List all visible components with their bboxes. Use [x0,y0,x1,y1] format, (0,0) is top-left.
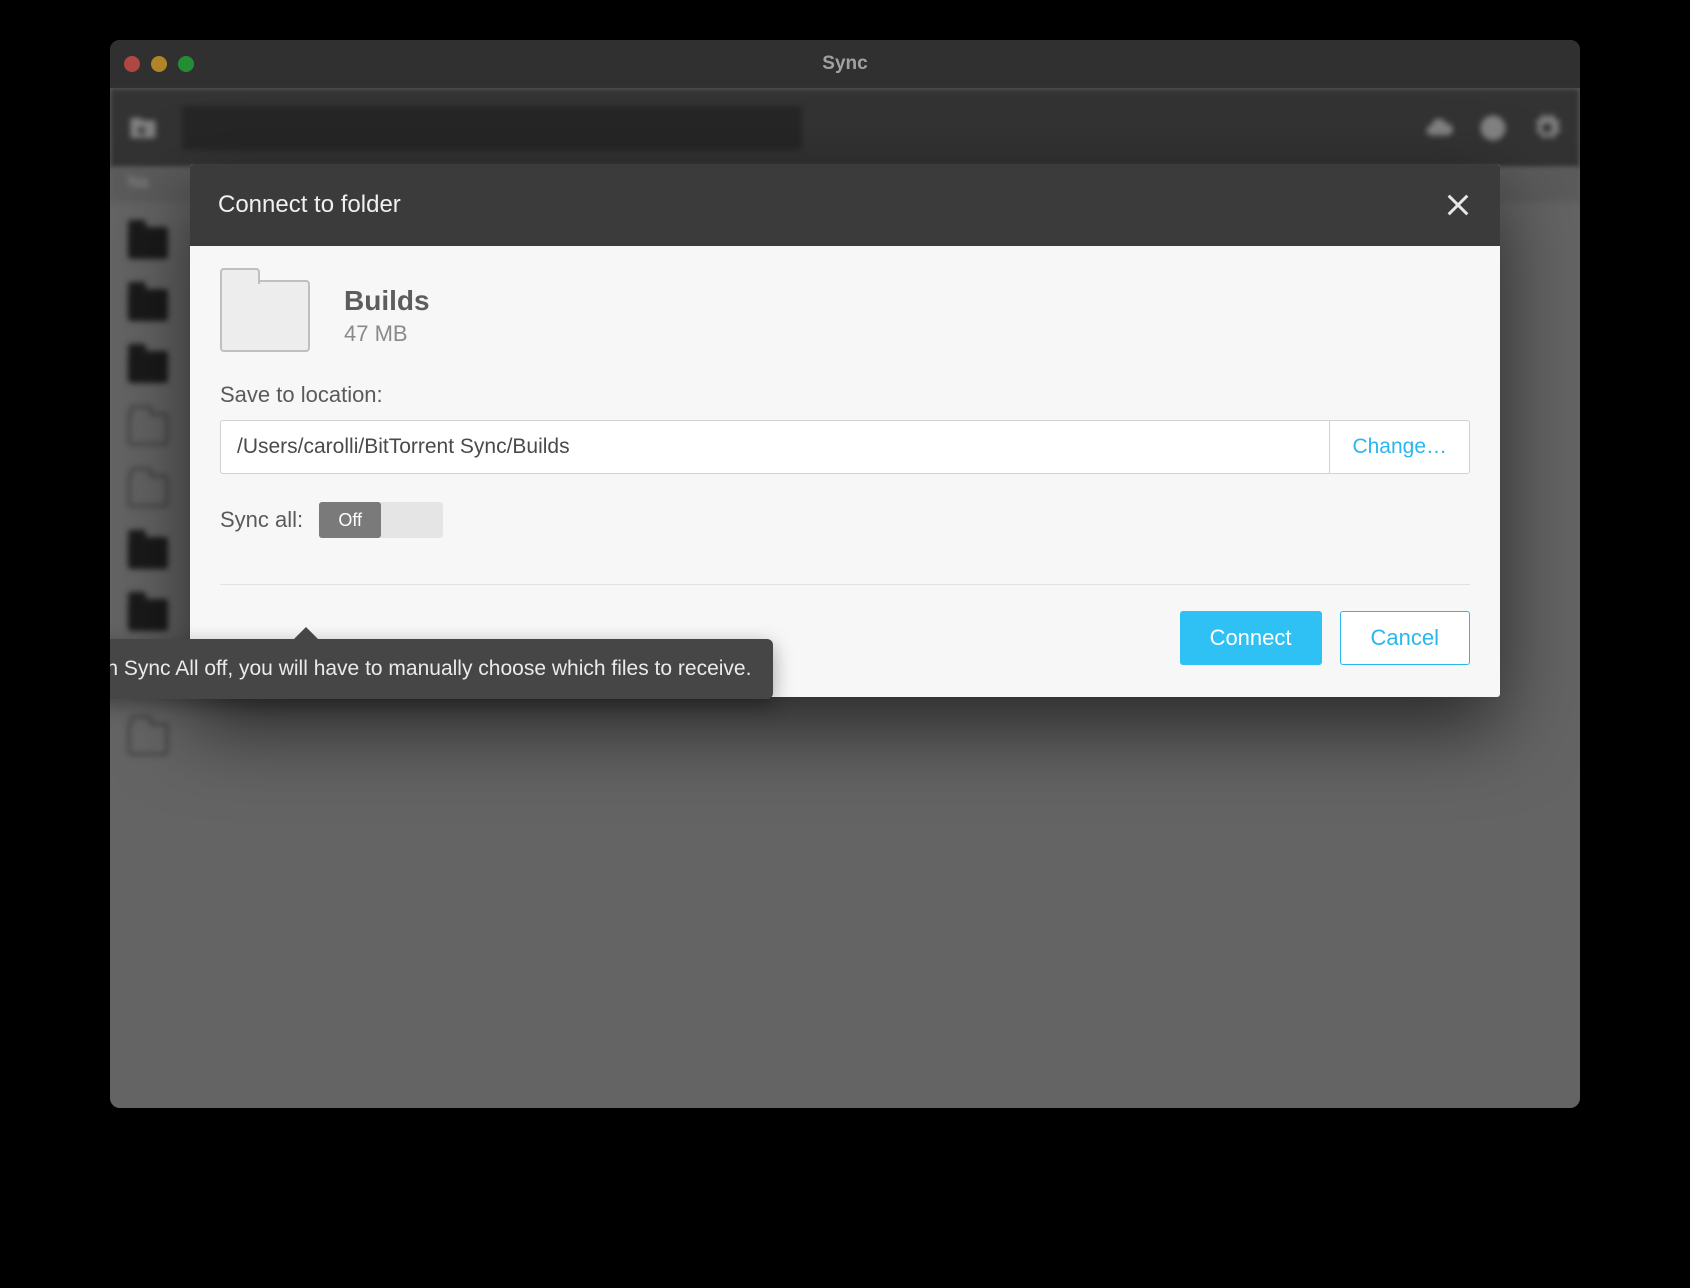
dialog-title: Connect to folder [218,191,401,219]
sync-all-label: Sync all: [220,507,303,533]
location-group: Change… [220,420,1470,474]
dialog-body: Builds 47 MB Save to location: Change… S… [190,246,1500,697]
connect-button[interactable]: Connect [1180,611,1322,665]
app-window: Sync Na With Sync All off, you will have… [110,40,1580,1108]
sync-all-row: Sync all: Off [220,502,1470,538]
location-input[interactable] [220,420,1329,474]
toggle-state-text: Off [338,510,362,531]
location-label: Save to location: [220,382,1470,408]
modal-overlay: Connect to folder Builds 47 MB Save to l… [110,40,1580,1108]
tooltip-text: With Sync All off, you will have to manu… [110,657,751,680]
folder-size: 47 MB [344,321,430,347]
folder-summary: Builds 47 MB [220,280,1470,352]
divider [220,584,1470,585]
sync-all-tooltip: With Sync All off, you will have to manu… [110,639,773,699]
dialog-header: Connect to folder [190,164,1500,246]
sync-all-toggle[interactable]: Off [319,502,443,538]
folder-name: Builds [344,285,430,317]
change-button[interactable]: Change… [1329,420,1470,474]
cancel-button[interactable]: Cancel [1340,611,1470,665]
toggle-knob: Off [319,502,381,538]
connect-folder-dialog: Connect to folder Builds 47 MB Save to l… [190,164,1500,697]
close-icon[interactable] [1444,191,1472,219]
folder-icon [220,280,310,352]
